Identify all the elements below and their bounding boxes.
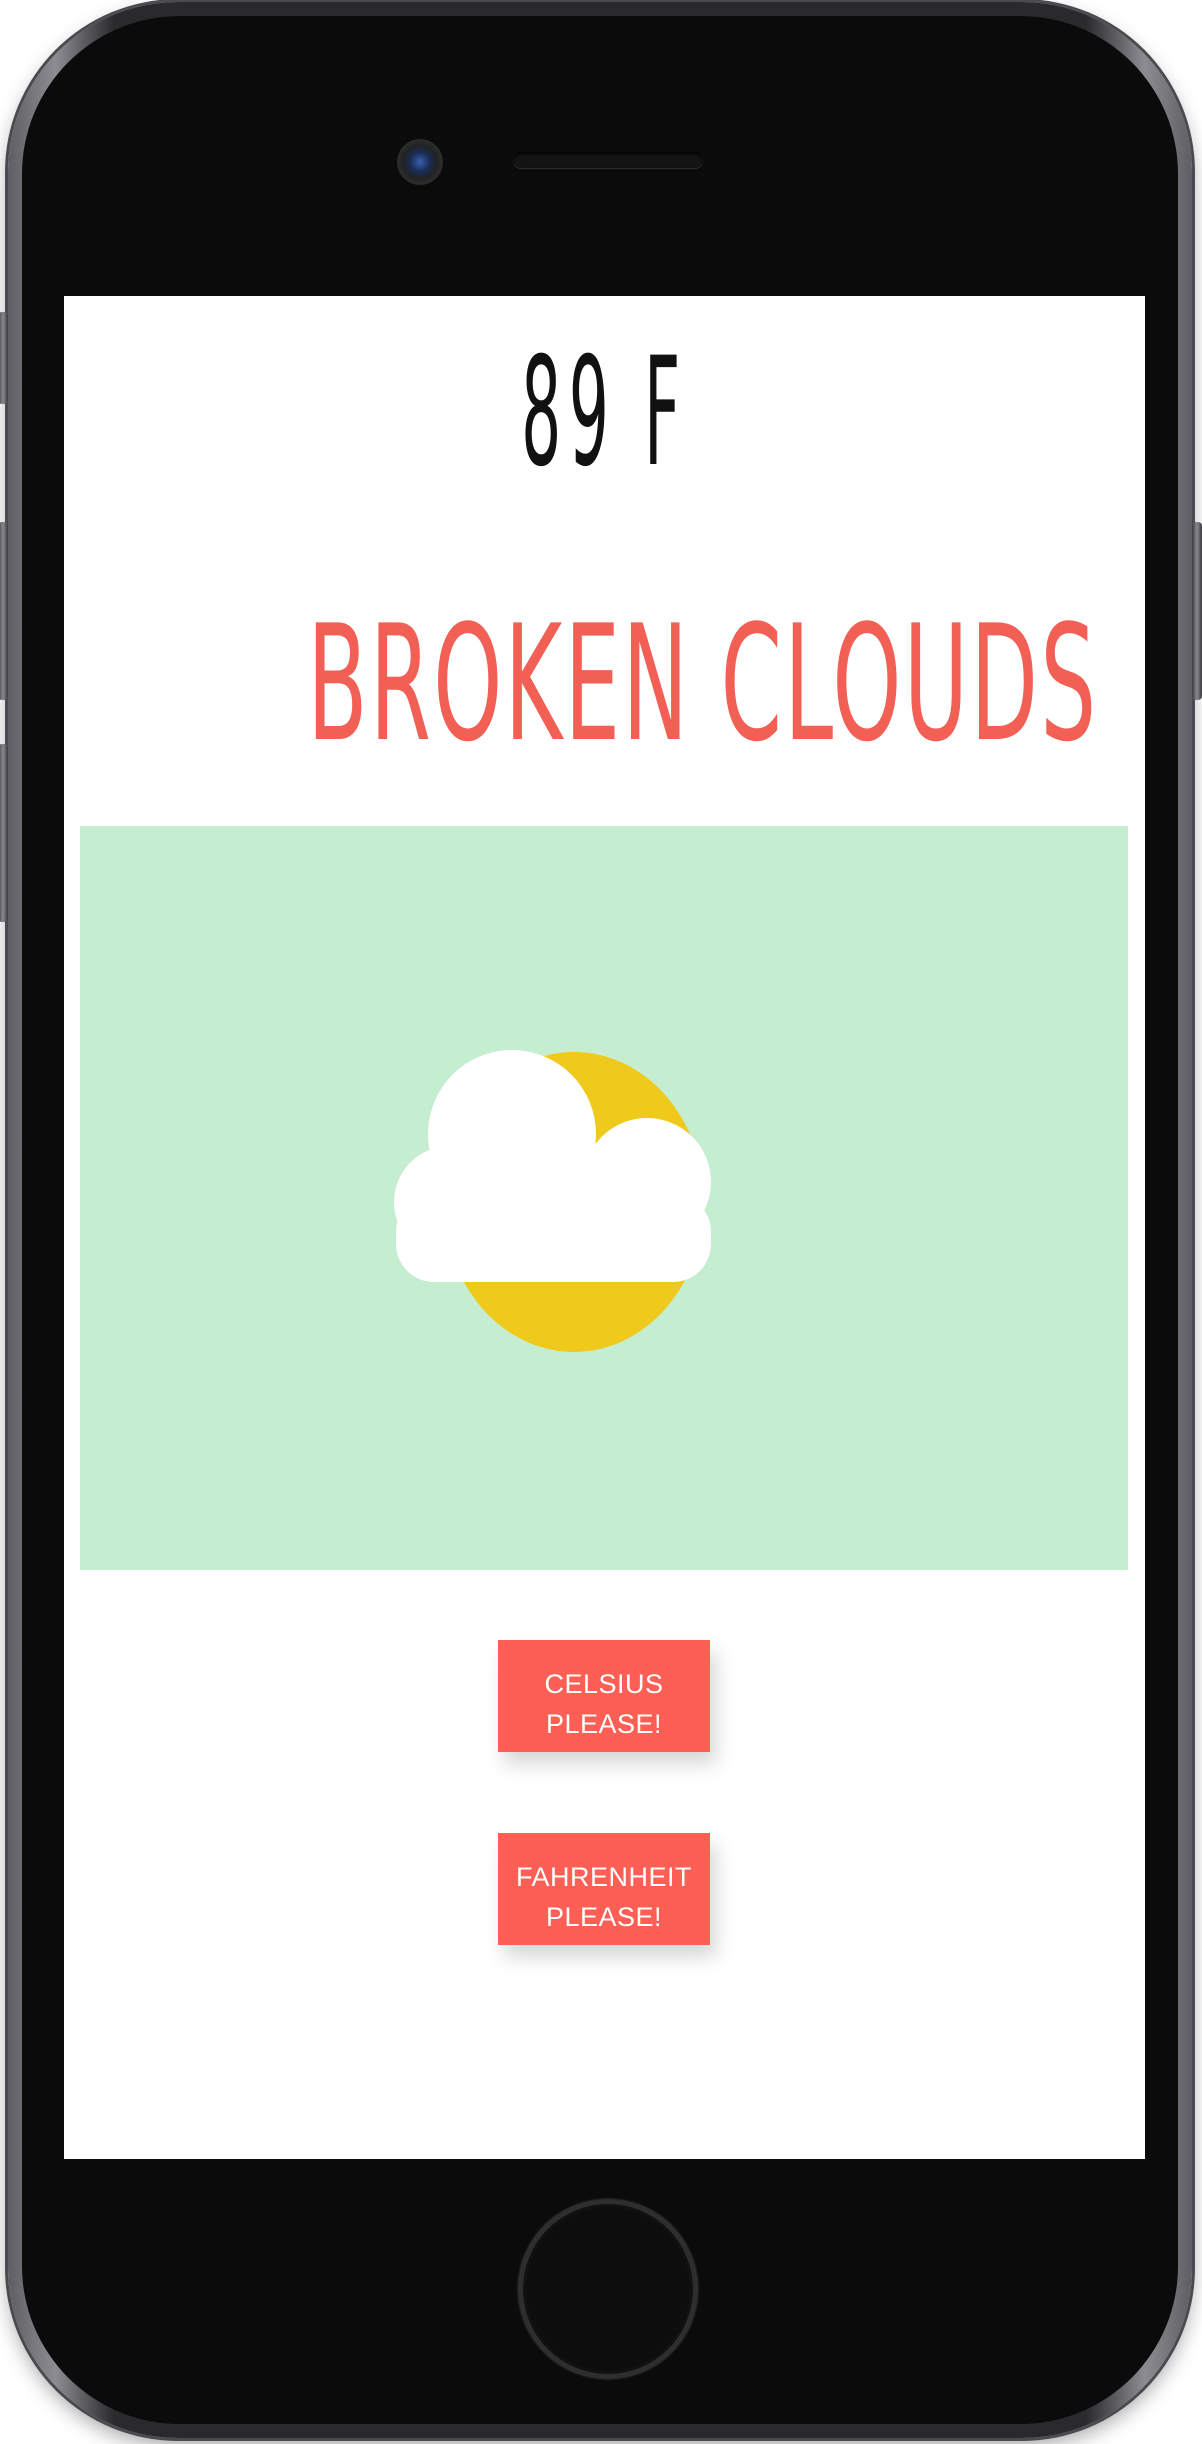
app-screen: 89 F BROKEN CLOUDS CELSIUS PLEASE! FAHRE… [64,296,1145,2159]
front-camera-icon [400,142,440,182]
fahrenheit-button-label-line2: PLEASE! [545,1902,663,1932]
silent-switch [0,312,8,404]
fahrenheit-button[interactable]: FAHRENHEIT PLEASE! [498,1833,710,1945]
earpiece-speaker [513,152,703,168]
celsius-button[interactable]: CELSIUS PLEASE! [498,1640,710,1752]
weather-icon-panel [80,826,1128,1570]
power-button [1192,522,1202,700]
home-button[interactable] [518,2199,698,2379]
celsius-button-label-line2: PLEASE! [545,1709,663,1739]
broken-clouds-icon [394,1050,711,1352]
weather-description: BROKEN CLOUDS [307,590,1099,777]
volume-up-button [0,522,8,700]
celsius-button-label-line1: CELSIUS [544,1669,664,1699]
temperature-display: 89 F [521,326,688,500]
fahrenheit-button-label-line1: FAHRENHEIT [515,1862,693,1892]
cloud-shape [394,1050,711,1282]
volume-down-button [0,744,8,922]
